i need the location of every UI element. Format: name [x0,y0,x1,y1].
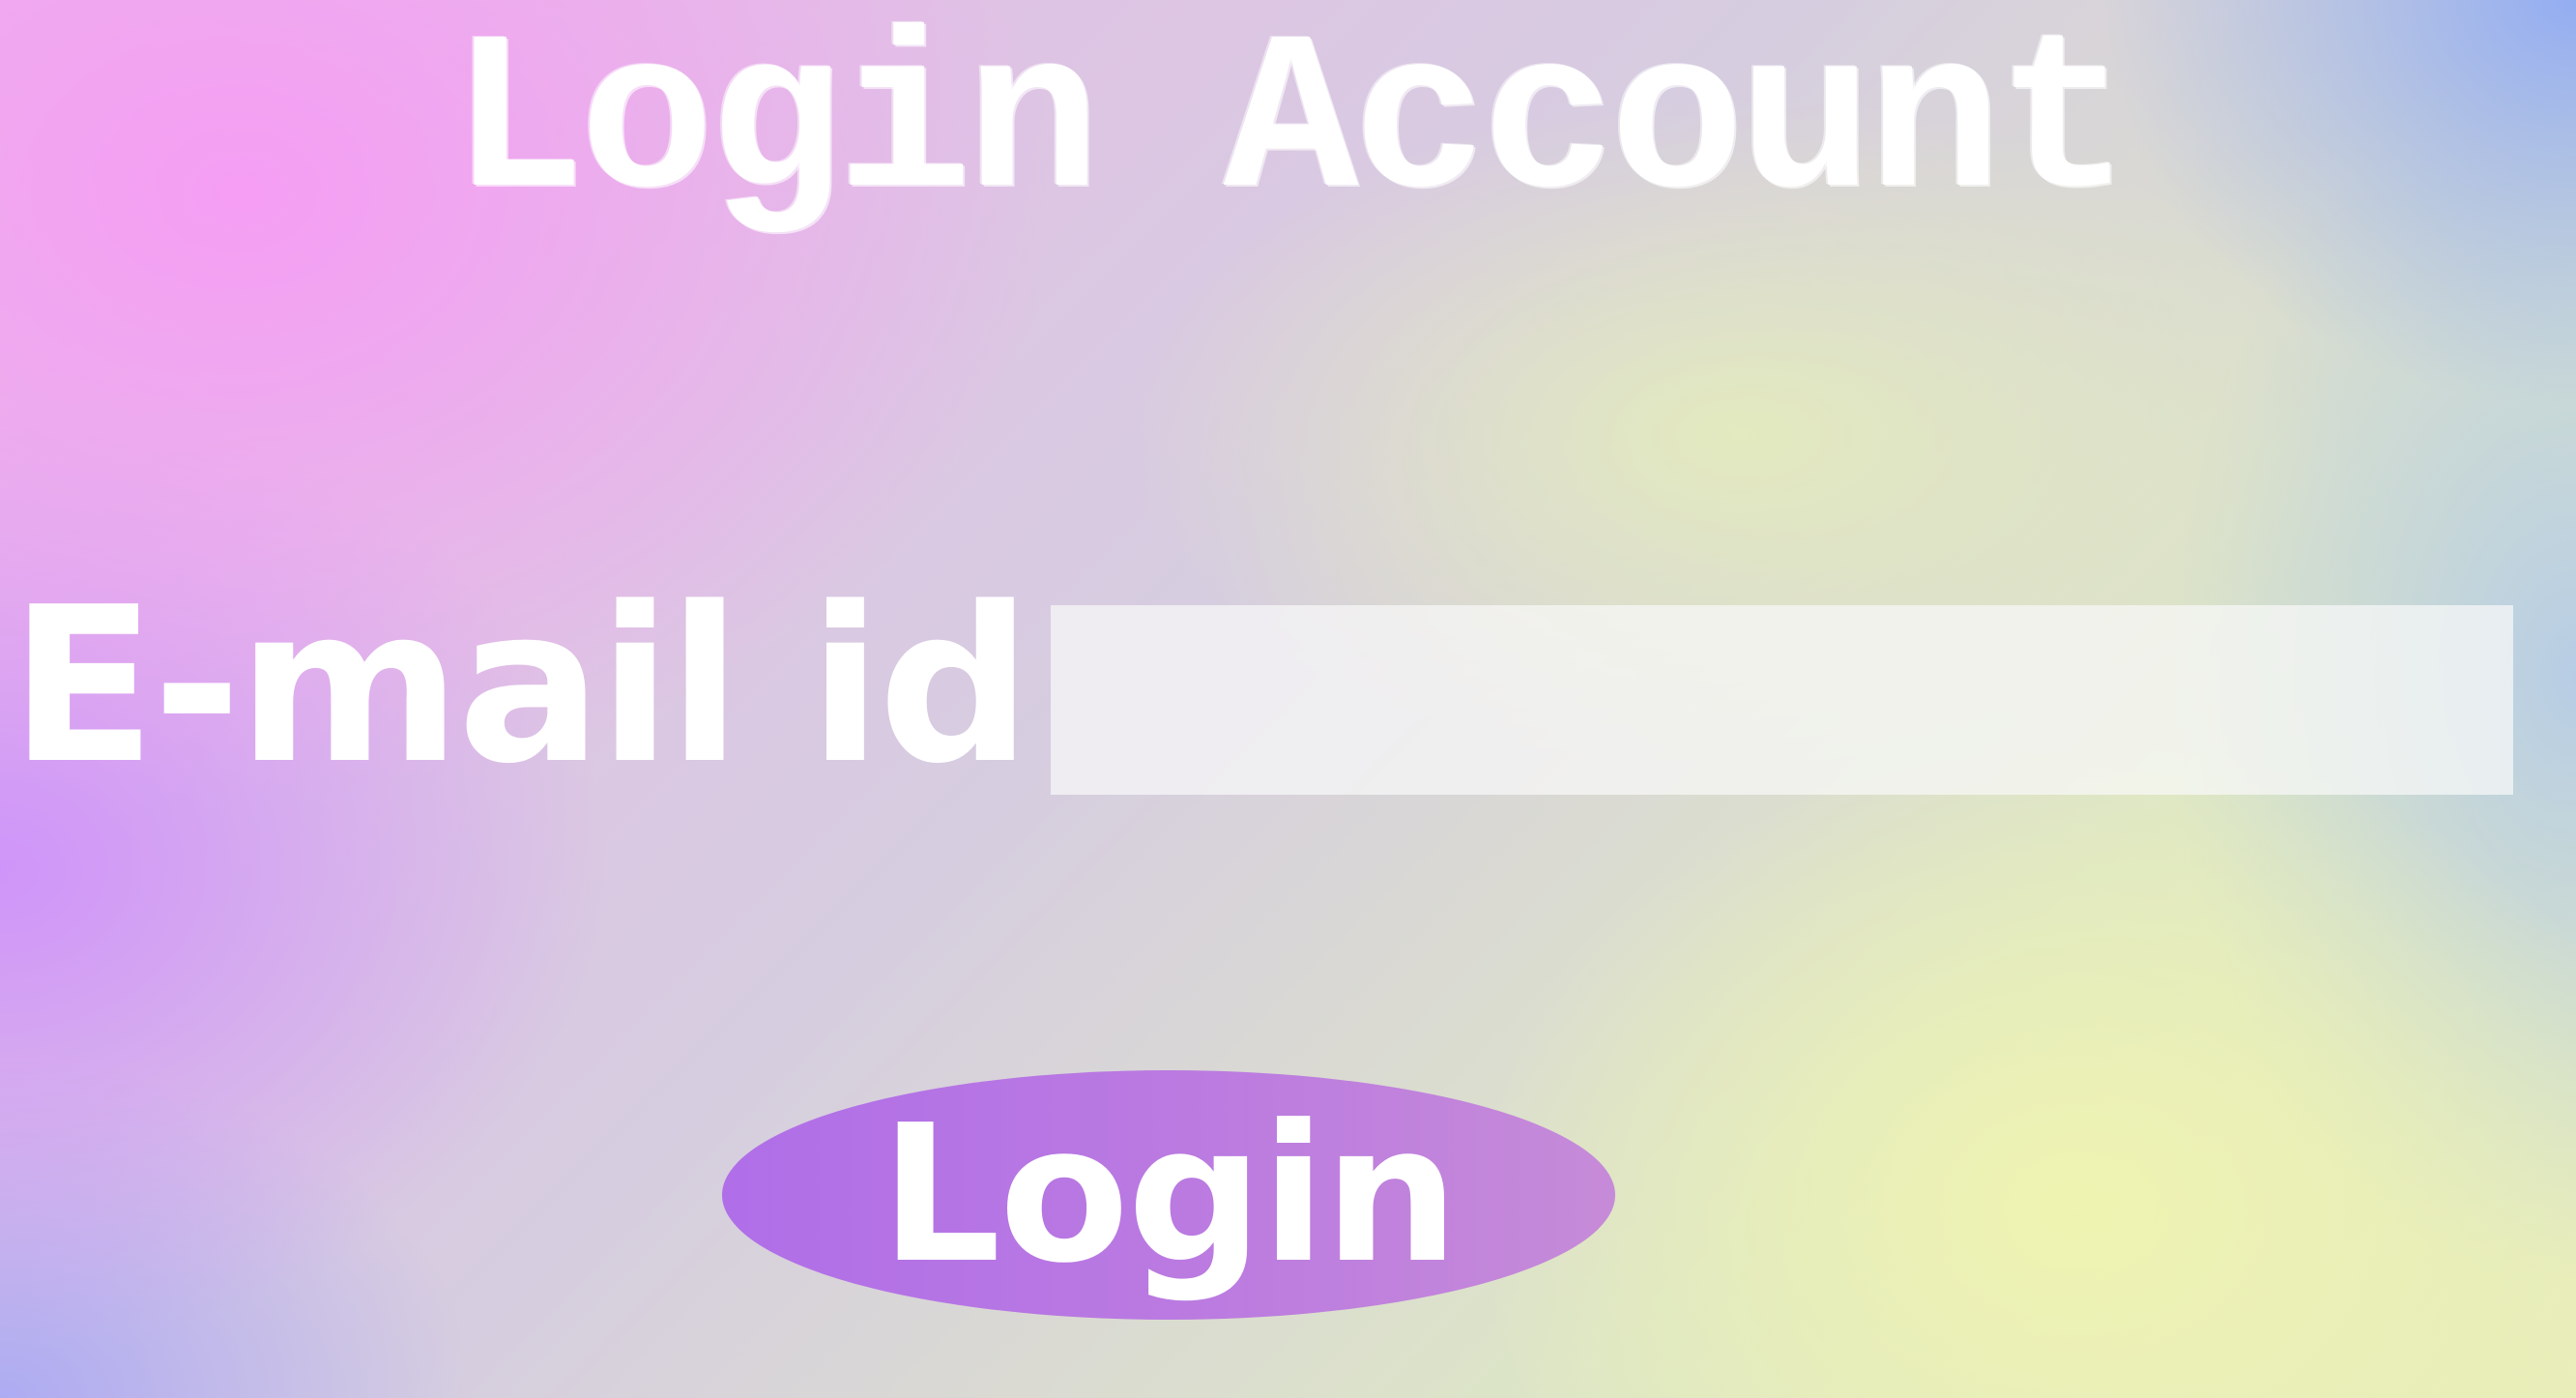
page-title: Login Account [450,0,2131,252]
login-button[interactable]: Login [722,1070,1615,1320]
email-input[interactable] [1051,605,2513,795]
email-label: E-mail id [10,562,1031,811]
